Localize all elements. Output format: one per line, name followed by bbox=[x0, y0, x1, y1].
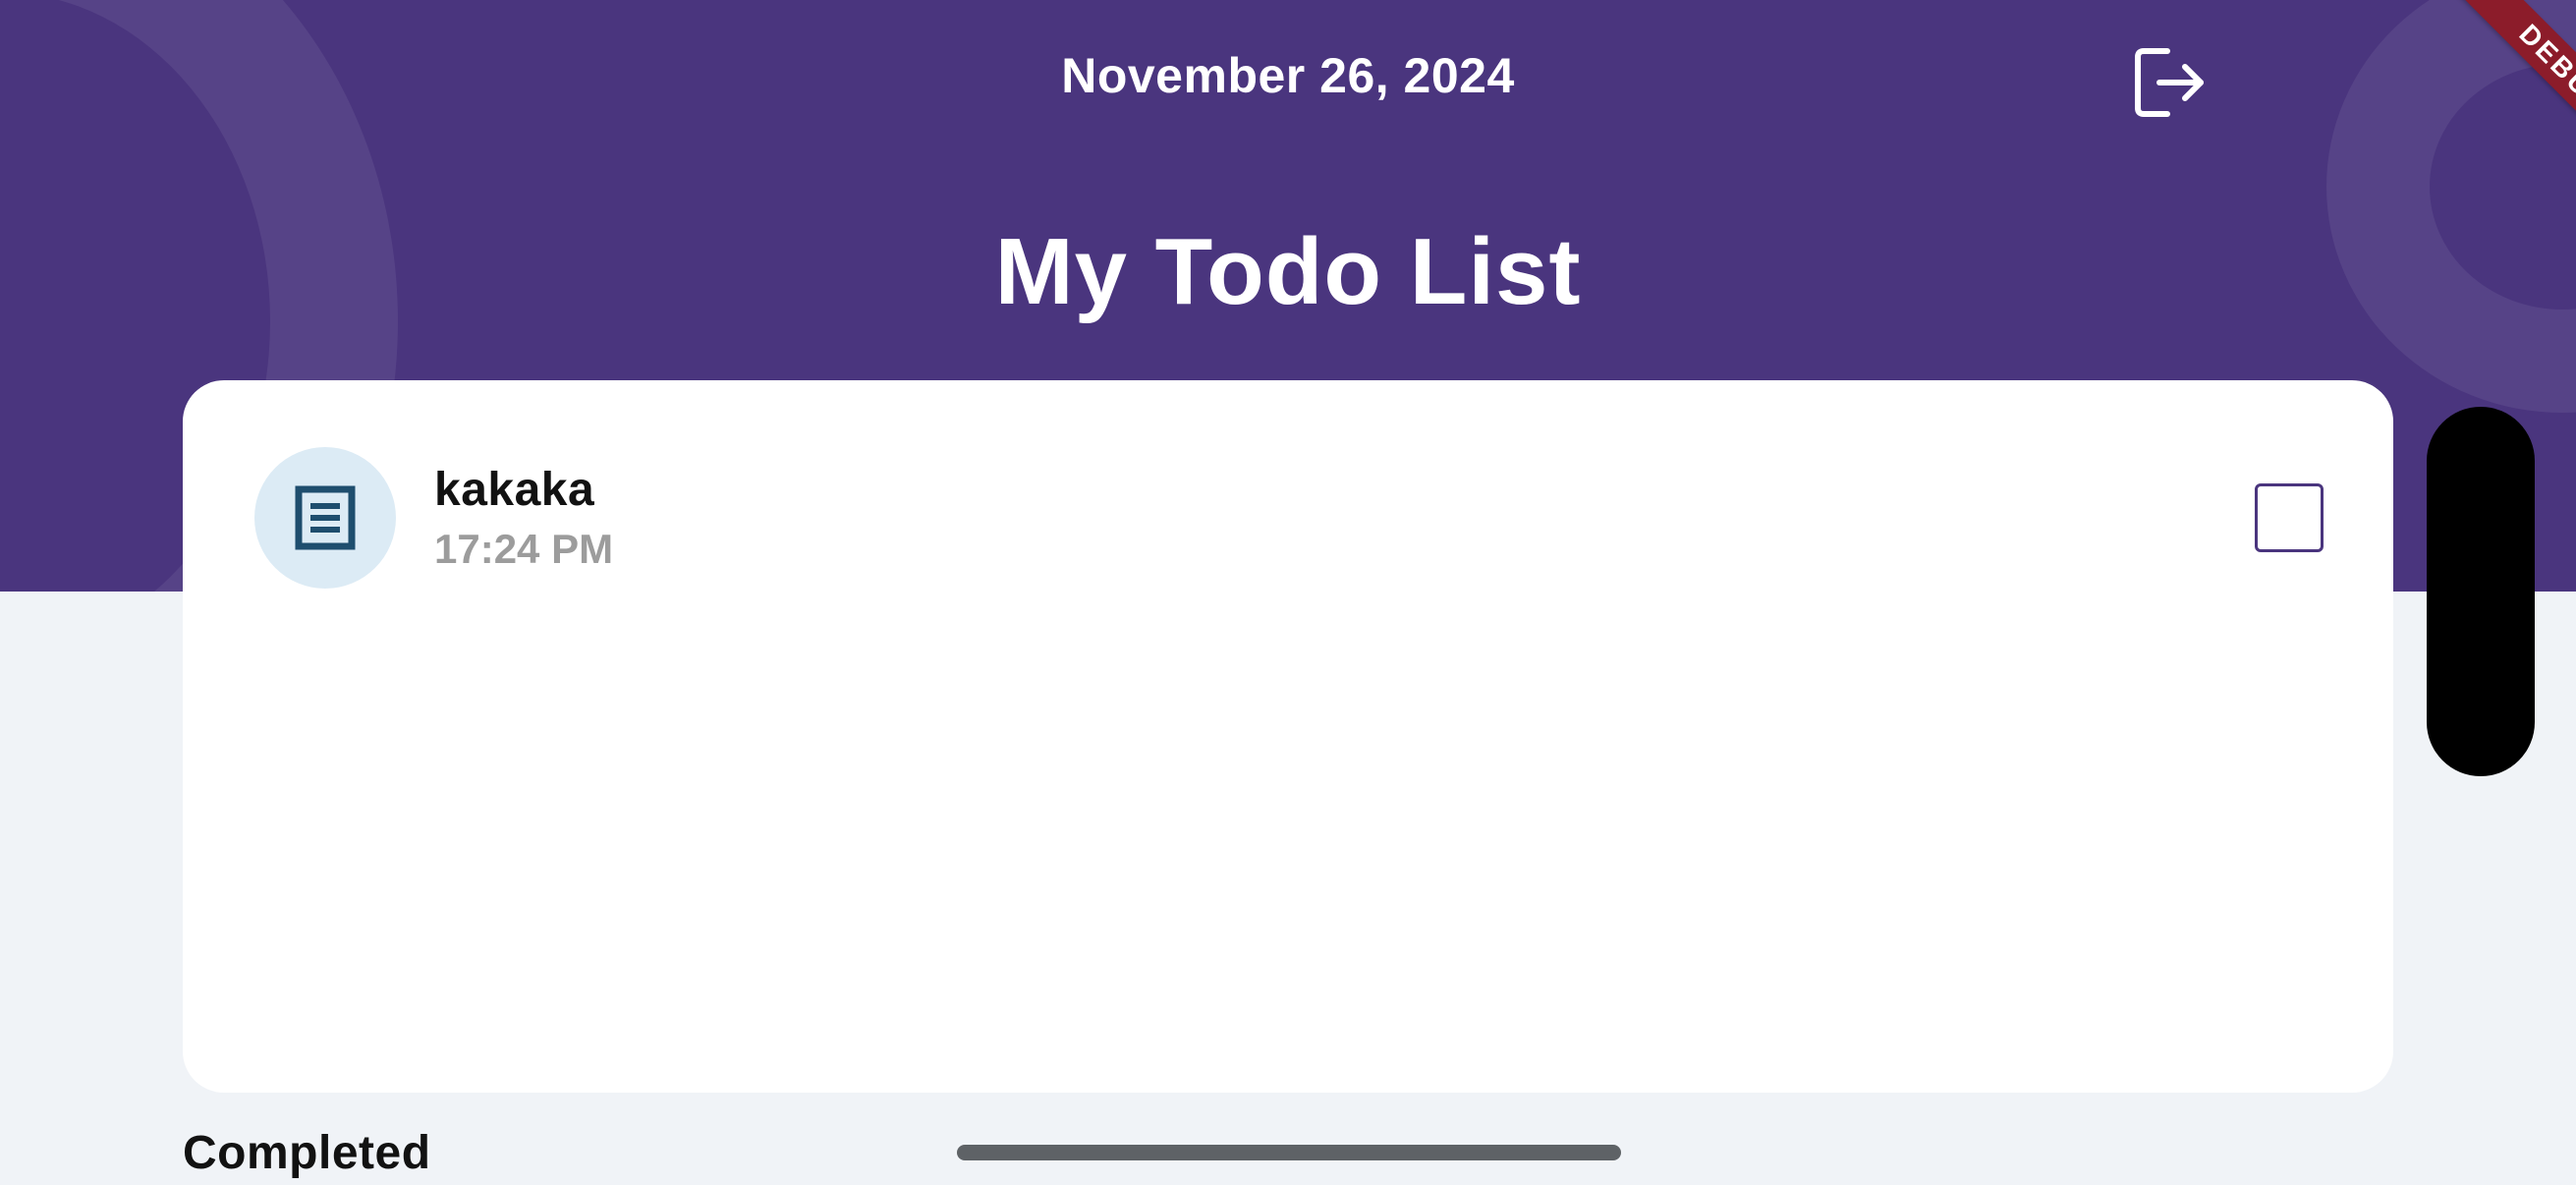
todo-complete-checkbox[interactable] bbox=[2255, 483, 2324, 552]
page-title: My Todo List bbox=[994, 219, 1582, 324]
note-icon bbox=[295, 485, 356, 550]
home-indicator[interactable] bbox=[957, 1145, 1621, 1160]
todo-time: 17:24 PM bbox=[434, 526, 614, 572]
logout-button[interactable] bbox=[2130, 45, 2209, 120]
todo-icon-badge bbox=[254, 447, 396, 589]
todo-item[interactable]: kakaka 17:24 PM bbox=[183, 380, 2393, 589]
todo-title: kakaka bbox=[434, 464, 595, 516]
todo-list-card: kakaka 17:24 PM bbox=[183, 380, 2393, 1093]
completed-section-heading: Completed bbox=[183, 1127, 431, 1179]
app-screen: November 26, 2024 My Todo List DEBUG kak… bbox=[0, 0, 2576, 1185]
logout-icon bbox=[2135, 48, 2204, 117]
camera-cutout bbox=[2427, 407, 2535, 776]
